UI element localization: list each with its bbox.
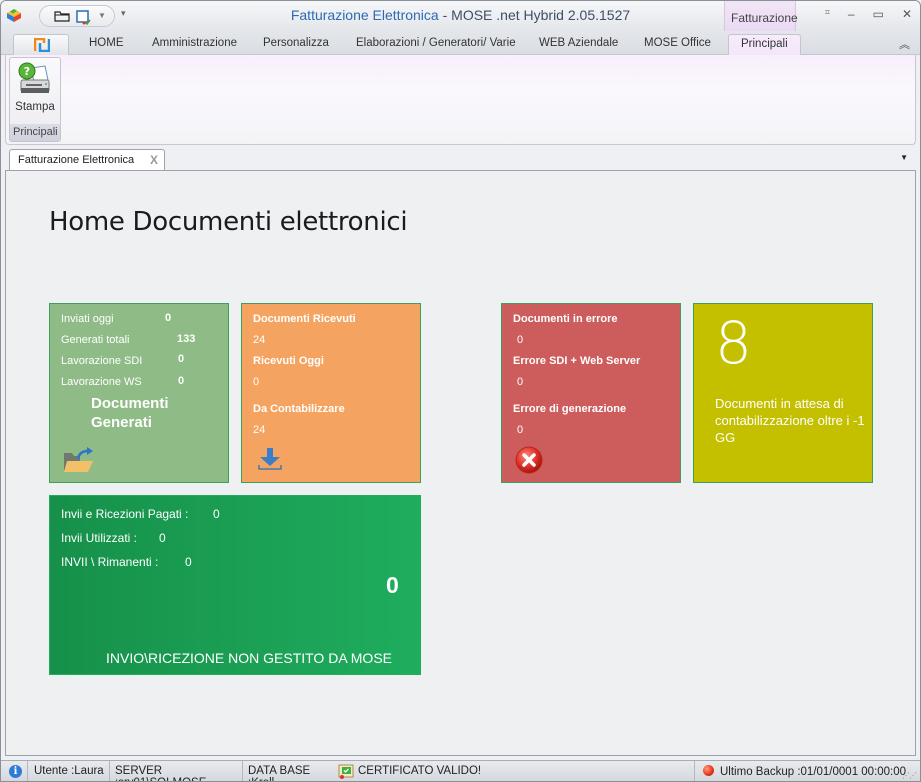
tile-documenti-attesa[interactable]: 8 Documenti in attesa di contabilizzazio… xyxy=(693,303,873,483)
attesa-count: 8 xyxy=(715,309,752,377)
tab-personalizza[interactable]: Personalizza xyxy=(263,37,329,49)
status-bar: i Utente :Laura SERVER :srv01\SQLMOSE DA… xyxy=(1,760,920,781)
errore-sdi-value: 0 xyxy=(517,376,524,388)
generati-totali-value: 133 xyxy=(177,333,196,345)
tab-mose-office[interactable]: MOSE Office xyxy=(644,37,711,49)
invii-footer: INVIO\RICEZIONE NON GESTITO DA MOSE xyxy=(106,650,393,666)
document-tab-bar: Fatturazione Elettronica X ▼ xyxy=(5,149,916,171)
ricevuti-oggi-value: 0 xyxy=(253,376,260,388)
info-icon[interactable]: i xyxy=(9,765,22,778)
folder-export-icon xyxy=(64,447,93,472)
context-tab-fatturazione[interactable]: Fatturazione xyxy=(724,1,798,31)
svg-text:?: ? xyxy=(24,65,30,78)
status-server: SERVER :srv01\SQLMOSE xyxy=(110,761,243,781)
lavorazione-sdi-value: 0 xyxy=(178,353,185,365)
maximize-button[interactable]: ▭ xyxy=(873,7,884,21)
documenti-ricevuti-value: 24 xyxy=(253,334,266,346)
printer-help-icon: ? xyxy=(18,62,50,93)
errore-generazione-value: 0 xyxy=(517,424,524,436)
ribbon-group-principali: ? Stampa Principali xyxy=(9,57,61,142)
window-controls: ⌗ – ▭ ✕ xyxy=(825,7,912,21)
close-tab-icon[interactable]: X xyxy=(150,153,158,167)
status-backup: Ultimo Backup :01/01/0001 00:00:00 xyxy=(694,761,906,781)
tile-documenti-ricevuti[interactable]: Documenti Ricevuti 24 Ricevuti Oggi 0 Da… xyxy=(241,303,421,483)
certificate-icon xyxy=(338,764,354,779)
stampa-button[interactable]: ? Stampa xyxy=(10,58,60,126)
page-title: Home Documenti elettronici xyxy=(49,207,408,237)
tab-amministrazione[interactable]: Amministrazione xyxy=(152,37,237,49)
documenti-errore-value: 0 xyxy=(517,334,524,346)
error-x-icon xyxy=(515,446,543,474)
attesa-description: Documenti in attesa di contabilizzazione… xyxy=(715,396,865,445)
ribbon-group-label: Principali xyxy=(10,124,60,141)
ribbon-tab-bar: HOME Amministrazione Personalizza Elabor… xyxy=(1,31,920,56)
lavorazione-ws-value: 0 xyxy=(178,375,185,387)
tile-invii-ricezioni[interactable]: Invii e Ricezioni Pagati : 0 Invii Utili… xyxy=(49,495,421,675)
invii-utilizzati-value: 0 xyxy=(159,531,166,545)
title-bar: ▼ ▾ Fatturazione Elettronica - MOSE .net… xyxy=(1,1,920,31)
invii-pagati-value: 0 xyxy=(213,507,220,521)
app-window: ▼ ▾ Fatturazione Elettronica - MOSE .net… xyxy=(0,0,921,782)
doc-tab-fatturazione-elettronica[interactable]: Fatturazione Elettronica X xyxy=(9,149,165,171)
application-menu-button[interactable] xyxy=(13,34,69,55)
tile-documenti-errore[interactable]: Documenti in errore 0 Errore SDI + Web S… xyxy=(501,303,681,483)
da-contabilizzare-value: 24 xyxy=(253,424,266,436)
status-certificate: CERTIFICATO VALIDO! xyxy=(358,765,482,777)
minimize-button[interactable]: – xyxy=(848,7,855,21)
download-icon xyxy=(258,448,282,470)
inviati-oggi-value: 0 xyxy=(165,312,172,324)
invii-rimanenti-value: 0 xyxy=(185,555,192,569)
tile-documenti-generati[interactable]: Inviati oggi 0 Generati totali 133 Lavor… xyxy=(49,303,229,483)
tab-home[interactable]: HOME xyxy=(89,37,124,49)
backup-status-dot-icon xyxy=(703,765,714,776)
tab-list-dropdown-icon[interactable]: ▼ xyxy=(900,153,908,162)
tab-elaborazioni[interactable]: Elaborazioni / Generatori/ Varie xyxy=(356,37,516,49)
tab-web-aziendale[interactable]: WEB Aziendale xyxy=(539,37,618,49)
tile-title-line1: Documenti xyxy=(91,395,169,412)
invii-big-value: 0 xyxy=(386,572,399,598)
collapse-ribbon-icon[interactable]: ︽ xyxy=(899,36,910,52)
main-content: Home Documenti elettronici Inviati oggi … xyxy=(5,170,916,756)
ribbon-panel: ? Stampa Principali xyxy=(5,55,916,145)
restore-layout-icon[interactable]: ⌗ xyxy=(825,7,830,21)
resize-grip-icon[interactable]: ⋰⋰ xyxy=(902,771,917,780)
status-database: DATA BASE :Krell xyxy=(248,765,311,781)
status-user: Utente :Laura xyxy=(28,761,110,781)
tab-principali[interactable]: Principali xyxy=(728,34,801,56)
close-button[interactable]: ✕ xyxy=(902,7,912,21)
mose-logo-icon xyxy=(34,38,50,52)
tile-title-line2: Generati xyxy=(91,414,152,431)
